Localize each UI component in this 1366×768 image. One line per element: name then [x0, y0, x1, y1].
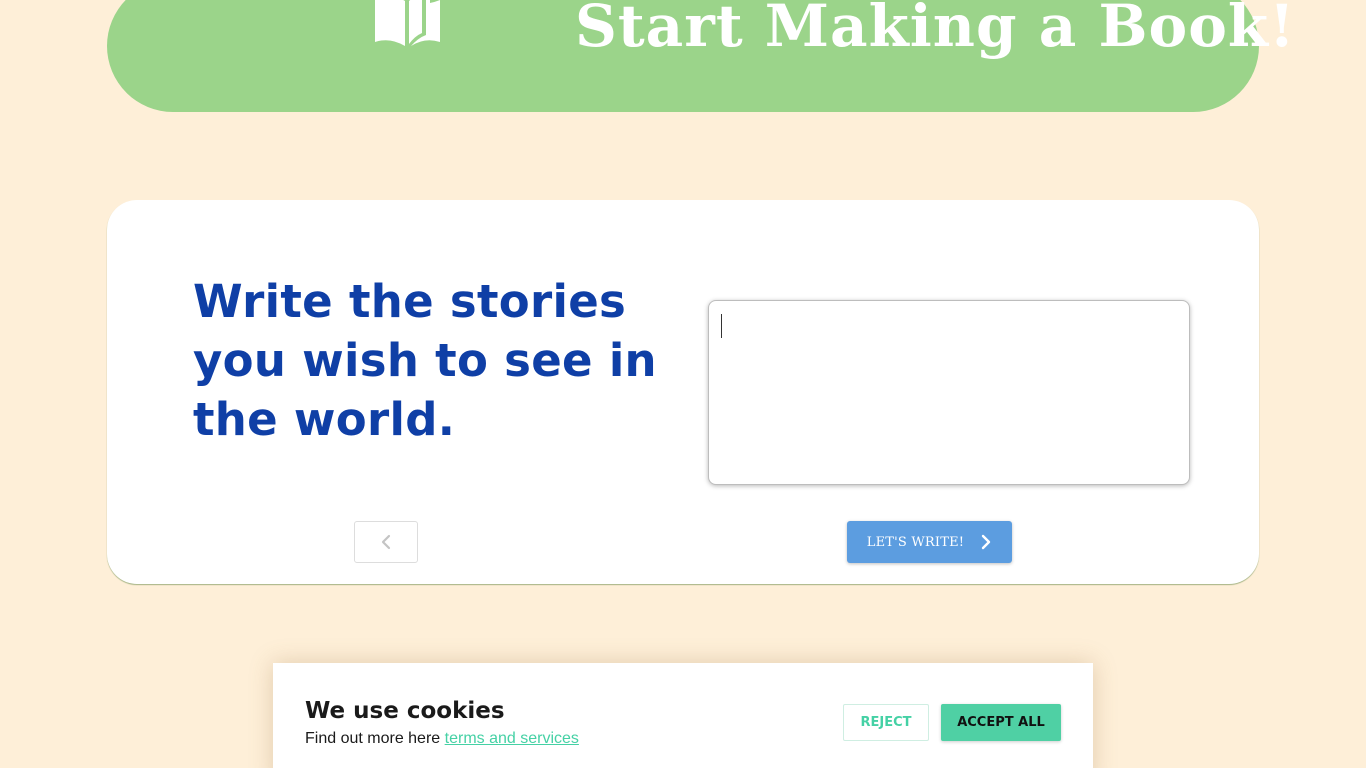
page-title: Start Making a Book!: [575, 0, 1296, 60]
chevron-right-icon: [982, 534, 991, 550]
accept-all-button[interactable]: ACCEPT ALL: [941, 704, 1061, 741]
page: Start Making a Book! Write the stories y…: [0, 0, 1366, 768]
terms-link[interactable]: terms and services: [445, 730, 579, 747]
lets-write-button[interactable]: LET'S WRITE!: [847, 521, 1012, 563]
header-banner: Start Making a Book!: [107, 0, 1295, 112]
previous-button[interactable]: [354, 521, 418, 563]
cookie-title: We use cookies: [305, 698, 505, 724]
card-headline: Write the stories you wish to see in the…: [193, 275, 657, 446]
story-card: Write the stories you wish to see in the…: [107, 200, 1259, 584]
cookie-banner: We use cookies Find out more here terms …: [273, 663, 1093, 768]
lets-write-label: LET'S WRITE!: [866, 534, 965, 550]
cookie-text: Find out more here terms and services: [305, 729, 579, 749]
reject-button[interactable]: REJECT: [843, 704, 929, 741]
text-caret: [721, 314, 722, 338]
cookie-text-label: Find out more here: [305, 730, 441, 747]
chevron-left-icon: [381, 534, 391, 550]
open-book-icon: [375, 0, 440, 46]
story-input[interactable]: [708, 300, 1190, 485]
